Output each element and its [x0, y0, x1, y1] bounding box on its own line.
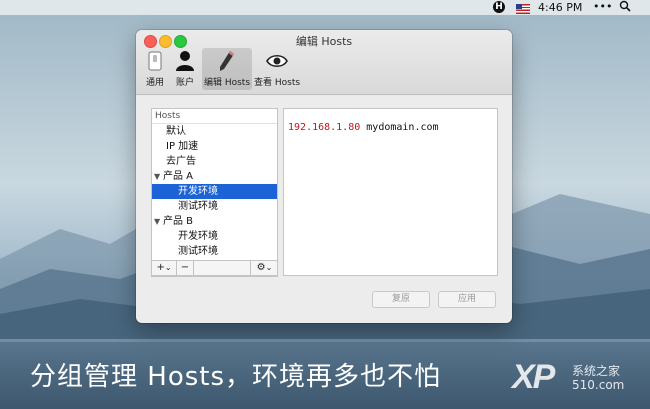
hosts-group-list: Hosts 默认 IP 加速 去广告 ▼ 产品 A 开发环境 测试环境 ▼ 产品 B 开发环境 测试…	[151, 108, 278, 277]
tab-edit-hosts[interactable]: 编辑 Hosts	[202, 48, 252, 90]
tree-item-label: 去广告	[166, 156, 196, 167]
add-menu-button[interactable]: +⌄	[152, 261, 177, 275]
hosts-tree: 默认 IP 加速 去广告 ▼ 产品 A 开发环境 测试环境 ▼ 产品 B 开发环境 测试环境	[152, 124, 277, 259]
tab-edit-hosts-label: 编辑 Hosts	[203, 78, 251, 88]
watermark-logo: XP 系统之家 510.com	[512, 358, 624, 397]
window-title: 编辑 Hosts	[295, 35, 353, 48]
hosts-item[interactable]: 默认	[152, 124, 277, 139]
tab-account-label: 账户	[175, 78, 194, 88]
group-row[interactable]: ▼ 产品 A	[152, 169, 277, 184]
hosts-item[interactable]: IP 加速	[152, 139, 277, 154]
system-menu-bar: H 4:46 PM •••	[0, 0, 650, 15]
watermark-site: 系统之家	[572, 364, 621, 378]
tab-account[interactable]: 账户	[172, 48, 198, 90]
switch-icon	[142, 48, 168, 74]
preferences-window: 编辑 Hosts 通用 账户 编辑 Hosts 查看 Hosts Hosts 默…	[136, 30, 512, 323]
list-action-bar: +⌄ − ⚙⌄	[151, 260, 278, 276]
tree-item-label: 开发环境	[178, 186, 218, 197]
group-row[interactable]: ▼ 产品 B	[152, 214, 277, 229]
tree-item-label: 测试环境	[178, 201, 218, 212]
remove-button[interactable]: −	[177, 261, 194, 275]
pencil-icon	[202, 48, 252, 74]
tab-view-hosts-label: 查看 Hosts	[254, 78, 301, 88]
hosts-item[interactable]: 开发环境	[152, 229, 277, 244]
disclosure-triangle-icon[interactable]: ▼	[154, 169, 163, 184]
chevron-down-icon: ⌄	[265, 263, 273, 272]
watermark-number: 510.com	[572, 378, 625, 392]
tab-general[interactable]: 通用	[142, 48, 168, 90]
gear-icon: ⚙	[256, 262, 266, 273]
hosts-item[interactable]: 测试环境	[152, 199, 277, 214]
search-icon[interactable]	[619, 0, 631, 15]
ip-address: 192.168.1.80	[288, 122, 361, 133]
tree-item-label: IP 加速	[166, 141, 199, 152]
feature-caption: 分组管理 Hosts，环境再多也不怕	[30, 362, 442, 392]
chevron-down-icon: ⌄	[164, 263, 172, 272]
hosts-app-menu-icon[interactable]: H	[493, 1, 505, 13]
window-titlebar: 编辑 Hosts 通用 账户 编辑 Hosts 查看 Hosts	[136, 30, 512, 95]
tree-item-label: 测试环境	[178, 246, 218, 257]
eye-icon	[254, 48, 300, 74]
hosts-item[interactable]: 去广告	[152, 154, 277, 169]
revert-button[interactable]: 复原	[372, 291, 430, 308]
apply-button[interactable]: 应用	[438, 291, 496, 308]
person-icon	[172, 48, 198, 74]
more-icon[interactable]: •••	[593, 0, 612, 13]
gear-menu-button[interactable]: ⚙⌄	[250, 261, 278, 275]
add-label: +	[156, 262, 165, 273]
watermark-xp: XP	[512, 358, 555, 396]
hosts-editor[interactable]: 192.168.1.80 mydomain.com	[283, 108, 498, 276]
clock-time[interactable]: 4:46 PM	[538, 1, 582, 14]
domain-name: mydomain.com	[366, 122, 439, 133]
hosts-item[interactable]: 开发环境	[152, 184, 277, 199]
hosts-item[interactable]: 测试环境	[152, 244, 277, 259]
hosts-line: 192.168.1.80 mydomain.com	[288, 122, 439, 133]
list-header: Hosts	[152, 109, 277, 124]
tree-item-label: 默认	[166, 126, 186, 137]
tree-item-label: 产品 B	[163, 216, 194, 227]
tab-general-label: 通用	[145, 78, 164, 88]
us-flag-icon[interactable]	[516, 2, 530, 15]
tree-item-label: 产品 A	[163, 171, 194, 182]
tree-item-label: 开发环境	[178, 231, 218, 242]
disclosure-triangle-icon[interactable]: ▼	[154, 214, 163, 229]
tab-view-hosts[interactable]: 查看 Hosts	[254, 48, 300, 90]
